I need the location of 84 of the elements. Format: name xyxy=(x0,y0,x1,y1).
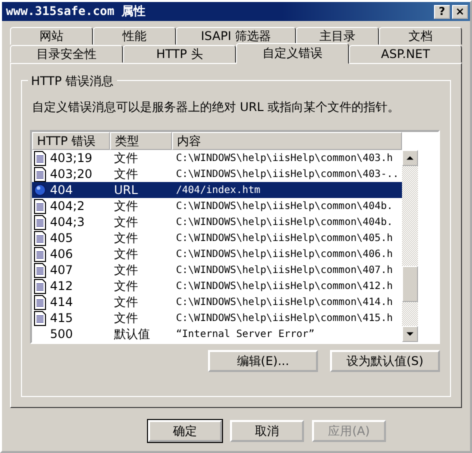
error-content: C:\WINDOWS\help\iisHelp\common\412.h xyxy=(176,280,393,292)
group-title: HTTP 错误消息 xyxy=(28,73,117,90)
error-type: 文件 xyxy=(114,278,138,294)
document-icon xyxy=(34,262,46,278)
error-type: 文件 xyxy=(114,262,138,278)
list-row[interactable]: 403;19 文件 C:\WINDOWS\help\iisHelp\common\403.h xyxy=(32,150,402,166)
list-row[interactable]: 407 文件 C:\WINDOWS\help\iisHelp\common\407.h xyxy=(32,262,402,278)
error-code: 404;3 xyxy=(50,215,85,229)
error-content: C:\WINDOWS\help\iisHelp\common\406.h xyxy=(176,248,393,260)
document-icon xyxy=(34,198,46,214)
tab[interactable]: 目录安全性 xyxy=(10,45,123,63)
document-icon xyxy=(34,214,46,230)
document-icon xyxy=(34,246,46,262)
error-type: 文件 xyxy=(114,214,138,230)
list-row[interactable]: 414 文件 C:\WINDOWS\help\iisHelp\common\414.h xyxy=(32,294,402,310)
cancel-button[interactable]: 取消 xyxy=(230,420,304,442)
tab[interactable]: ISAPI 筛选器 xyxy=(176,27,296,45)
help-button[interactable]: ? xyxy=(434,4,450,18)
error-code: 415 xyxy=(50,311,73,325)
list-row[interactable]: 403;20 文件 C:\WINDOWS\help\iisHelp\common\403-.. xyxy=(32,166,402,182)
description-text: 自定义错误消息可以是服务器上的绝对 URL 或指向某个文件的指针。 xyxy=(32,99,400,116)
list-row[interactable]: 404;2 文件 C:\WINDOWS\help\iisHelp\common\404b. xyxy=(32,198,402,214)
error-type: 文件 xyxy=(114,310,138,326)
scroll-down-icon[interactable] xyxy=(402,326,418,342)
error-type: 默认值 xyxy=(114,326,150,342)
error-code: 412 xyxy=(50,279,73,293)
error-content: C:\WINDOWS\help\iisHelp\common\404b. xyxy=(176,200,393,212)
error-code: 404 xyxy=(50,183,73,197)
error-code: 405 xyxy=(50,231,73,245)
document-icon xyxy=(34,294,46,310)
error-type: 文件 xyxy=(114,230,138,246)
error-code: 404;2 xyxy=(50,199,85,213)
column-header[interactable]: HTTP 错误 xyxy=(32,132,110,150)
document-icon xyxy=(34,278,46,294)
error-type: 文件 xyxy=(114,198,138,214)
set-default-button[interactable]: 设为默认值(S) xyxy=(330,350,440,372)
error-content: C:\WINDOWS\help\iisHelp\common\414.h xyxy=(176,296,393,308)
document-icon xyxy=(34,150,46,166)
list-row[interactable]: 415 文件 C:\WINDOWS\help\iisHelp\common\415.h xyxy=(32,310,402,326)
tab[interactable]: ASP.NET xyxy=(349,45,462,63)
error-code: 414 xyxy=(50,295,73,309)
list-row[interactable]: 404;3 文件 C:\WINDOWS\help\iisHelp\common\404b. xyxy=(32,214,402,230)
error-content: /404/index.htm xyxy=(176,184,260,196)
tab[interactable]: 主目录 xyxy=(296,27,379,45)
list-row[interactable]: 406 文件 C:\WINDOWS\help\iisHelp\common\406.h xyxy=(32,246,402,262)
scroll-thumb[interactable] xyxy=(402,266,418,302)
error-content: C:\WINDOWS\help\iisHelp\common\415.h xyxy=(176,312,393,324)
error-code: 403;19 xyxy=(50,151,92,165)
error-code: 500 xyxy=(50,327,73,341)
list-row[interactable]: 404 URL /404/index.htm xyxy=(32,182,402,198)
document-icon xyxy=(34,310,46,326)
globe-icon xyxy=(34,182,46,198)
window-title: www.315safe.com 属性 xyxy=(6,3,146,20)
error-content: C:\WINDOWS\help\iisHelp\common\404b. xyxy=(176,216,393,228)
document-icon xyxy=(34,230,46,246)
tab[interactable]: 文档 xyxy=(378,27,462,45)
list-row[interactable]: 500 默认值 “Internal Server Error” xyxy=(32,326,402,342)
error-type: 文件 xyxy=(114,246,138,262)
tab[interactable]: HTTP 头 xyxy=(123,45,236,63)
document-icon xyxy=(34,166,46,182)
ok-button[interactable]: 确定 xyxy=(148,420,222,442)
error-code: 407 xyxy=(50,263,73,277)
tab[interactable]: 性能 xyxy=(93,27,176,45)
list-row[interactable]: 412 文件 C:\WINDOWS\help\iisHelp\common\412.h xyxy=(32,278,402,294)
error-type: URL xyxy=(114,183,138,197)
error-code: 403;20 xyxy=(50,167,92,181)
error-content: C:\WINDOWS\help\iisHelp\common\405.h xyxy=(176,232,393,244)
error-code: 406 xyxy=(50,247,73,261)
close-button[interactable]: × xyxy=(452,4,468,18)
tab[interactable]: 网站 xyxy=(10,27,94,45)
scrollbar[interactable] xyxy=(402,150,418,342)
error-content: C:\WINDOWS\help\iisHelp\common\403.h xyxy=(176,152,393,164)
list-row[interactable]: 405 文件 C:\WINDOWS\help\iisHelp\common\405.h xyxy=(32,230,402,246)
error-type: 文件 xyxy=(114,150,138,166)
column-header[interactable]: 类型 xyxy=(110,132,172,150)
scroll-up-icon[interactable] xyxy=(402,150,418,166)
error-content: “Internal Server Error” xyxy=(176,328,314,340)
edit-button[interactable]: 编辑(E)... xyxy=(208,350,318,372)
error-type: 文件 xyxy=(114,166,138,182)
tab[interactable]: 自定义错误 xyxy=(236,43,349,64)
column-header[interactable]: 内容 xyxy=(172,132,402,150)
error-type: 文件 xyxy=(114,294,138,310)
error-content: C:\WINDOWS\help\iisHelp\common\403-.. xyxy=(176,168,399,180)
error-content: C:\WINDOWS\help\iisHelp\common\407.h xyxy=(176,264,393,276)
